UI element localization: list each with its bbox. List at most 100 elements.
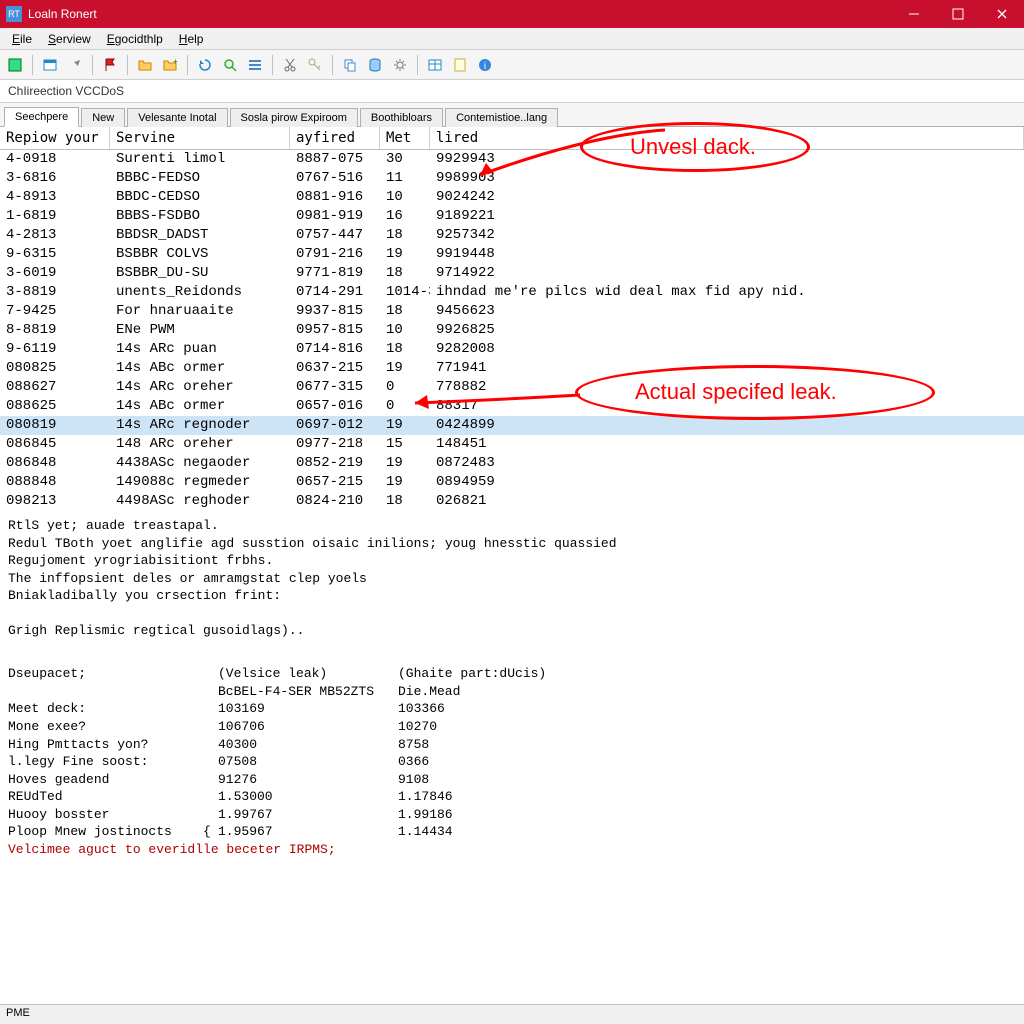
table-row[interactable]: 086845148 ARc oreher0977-21815148451 — [0, 435, 1024, 454]
cell: 0714-816 — [290, 340, 380, 359]
tab-sosla-pirow-expiroom[interactable]: Sosla pirow Expiroom — [230, 108, 358, 127]
table-row[interactable]: 1-6819BBBS-FSDBO0981-919169189221 — [0, 207, 1024, 226]
cell: 14s ARc puan — [110, 340, 290, 359]
tb-tools-icon[interactable] — [64, 54, 86, 76]
tb-note-icon[interactable] — [449, 54, 471, 76]
tb-db-icon[interactable] — [364, 54, 386, 76]
tab-seechpere[interactable]: Seechpere — [4, 107, 79, 127]
cell: 9456623 — [430, 302, 1024, 321]
log-line: Redul TBoth yoet anglifie agd susstion o… — [8, 535, 1016, 553]
stat-row: Hing Pmttacts yon?403008758 — [8, 736, 1016, 754]
menu-file[interactable]: Eile — [4, 30, 40, 48]
cell: 14s ABc ormer — [110, 397, 290, 416]
cell: 0657-215 — [290, 473, 380, 492]
cell: 0714-291 — [290, 283, 380, 302]
table-row[interactable]: 7-9425For hnaruaaite9937-815189456623 — [0, 302, 1024, 321]
tb-window-icon[interactable] — [39, 54, 61, 76]
table-row[interactable]: 3-6019BSBBR_DU-SU9771-819189714922 — [0, 264, 1024, 283]
tb-info-icon[interactable]: i — [474, 54, 496, 76]
tb-list-icon[interactable] — [244, 54, 266, 76]
table-row[interactable]: 08082514s ABc ormer0637-21519771941 — [0, 359, 1024, 378]
cell: ENe PWM — [110, 321, 290, 340]
col-servine[interactable]: Servine — [110, 127, 290, 149]
table-row[interactable]: 088848149088c regmeder0657-215190894959 — [0, 473, 1024, 492]
cell: Surenti limol — [110, 150, 290, 169]
table-row[interactable]: 08081914s ARc regnoder0697-012190424899 — [0, 416, 1024, 435]
col-ayfired[interactable]: ayfired — [290, 127, 380, 149]
minimize-button[interactable] — [892, 0, 936, 28]
log-line: Regujoment yrogriabisitiont frbhs. — [8, 552, 1016, 570]
tab-new[interactable]: New — [81, 108, 125, 127]
tab-boothibloars[interactable]: Boothibloars — [360, 108, 443, 127]
tb-gear-icon[interactable] — [389, 54, 411, 76]
cell: 0977-218 — [290, 435, 380, 454]
cell: ihndad me're pilcs wid deal max fid apy … — [430, 283, 1024, 302]
cell: 148 ARc oreher — [110, 435, 290, 454]
tb-cut-icon[interactable] — [279, 54, 301, 76]
cell: 18 — [380, 340, 430, 359]
cell: 19 — [380, 473, 430, 492]
tb-folderplus-icon[interactable]: + — [159, 54, 181, 76]
close-button[interactable] — [980, 0, 1024, 28]
tb-flag-icon[interactable] — [99, 54, 121, 76]
tab-velesante-inotal[interactable]: Velesante Inotal — [127, 108, 227, 127]
maximize-button[interactable] — [936, 0, 980, 28]
cell: 0757-447 — [290, 226, 380, 245]
cell: 0657-016 — [290, 397, 380, 416]
table-row[interactable]: 9-611914s ARc puan0714-816189282008 — [0, 340, 1024, 359]
cell: For hnaruaaite — [110, 302, 290, 321]
cell: 080825 — [0, 359, 110, 378]
cell: 0852-219 — [290, 454, 380, 473]
tb-new-icon[interactable] — [4, 54, 26, 76]
table-row[interactable]: 4-2813BBDSR_DADST0757-447189257342 — [0, 226, 1024, 245]
toolbar: + i — [0, 50, 1024, 80]
table-row[interactable]: 4-8913BBDC-CEDSO0881-916109024242 — [0, 188, 1024, 207]
cell: 088625 — [0, 397, 110, 416]
svg-text:+: + — [173, 57, 178, 66]
stat-row: REUdTed1.530001.17846 — [8, 788, 1016, 806]
cell: 11 — [380, 169, 430, 188]
cell: 0872483 — [430, 454, 1024, 473]
table-row[interactable]: 0868484438ASc negaoder0852-219190872483 — [0, 454, 1024, 473]
cell: 088627 — [0, 378, 110, 397]
cell: 0881-916 — [290, 188, 380, 207]
menu-view[interactable]: Serview — [40, 30, 99, 48]
tb-table-icon[interactable] — [424, 54, 446, 76]
cell: 1014-371 — [380, 283, 430, 302]
log-line: Grigh Replismic regtical gusoidlags).. — [8, 622, 1016, 640]
table-row[interactable]: 3-8819unents_Reidonds0714-2911014-371ihn… — [0, 283, 1024, 302]
log-line: The inffopsient deles or amramgstat clep… — [8, 570, 1016, 588]
tb-search-icon[interactable] — [219, 54, 241, 76]
stat-row: Meet deck:103169103366 — [8, 700, 1016, 718]
menu-help[interactable]: Help — [171, 30, 212, 48]
menu-options[interactable]: Egocidthlp — [99, 30, 171, 48]
log-area: RtlS yet; auade treastapal.Redul TBoth y… — [0, 511, 1024, 864]
cell: 9024242 — [430, 188, 1024, 207]
log-line: Bniakladibally you crsection frint: — [8, 587, 1016, 605]
cell: 14s ABc ormer — [110, 359, 290, 378]
cell: 0697-012 — [290, 416, 380, 435]
cell: 3-6816 — [0, 169, 110, 188]
cell: 19 — [380, 454, 430, 473]
tb-copy-icon[interactable] — [339, 54, 361, 76]
col-repiow[interactable]: Repiow your — [0, 127, 110, 149]
tb-refresh-icon[interactable] — [194, 54, 216, 76]
table-row[interactable]: 9-6315BSBBR COLVS0791-216199919448 — [0, 245, 1024, 264]
cell: 10 — [380, 188, 430, 207]
tb-folder-icon[interactable] — [134, 54, 156, 76]
table-row[interactable]: 8-8819ENe PWM0957-815109926825 — [0, 321, 1024, 340]
col-met[interactable]: Met — [380, 127, 430, 149]
table-row[interactable]: 0982134498ASc reghoder0824-21018026821 — [0, 492, 1024, 511]
cell: 0981-919 — [290, 207, 380, 226]
cell: 4438ASc negaoder — [110, 454, 290, 473]
cell: 8-8819 — [0, 321, 110, 340]
stat-row: l.legy Fine soost:075080366 — [8, 753, 1016, 771]
cell: 4-2813 — [0, 226, 110, 245]
titlebar: RT Loaln Ronert — [0, 0, 1024, 28]
cell: 0824-210 — [290, 492, 380, 511]
cell: 16 — [380, 207, 430, 226]
cell: 0677-315 — [290, 378, 380, 397]
cell: 4-0918 — [0, 150, 110, 169]
cell: 0894959 — [430, 473, 1024, 492]
tb-key-icon[interactable] — [304, 54, 326, 76]
